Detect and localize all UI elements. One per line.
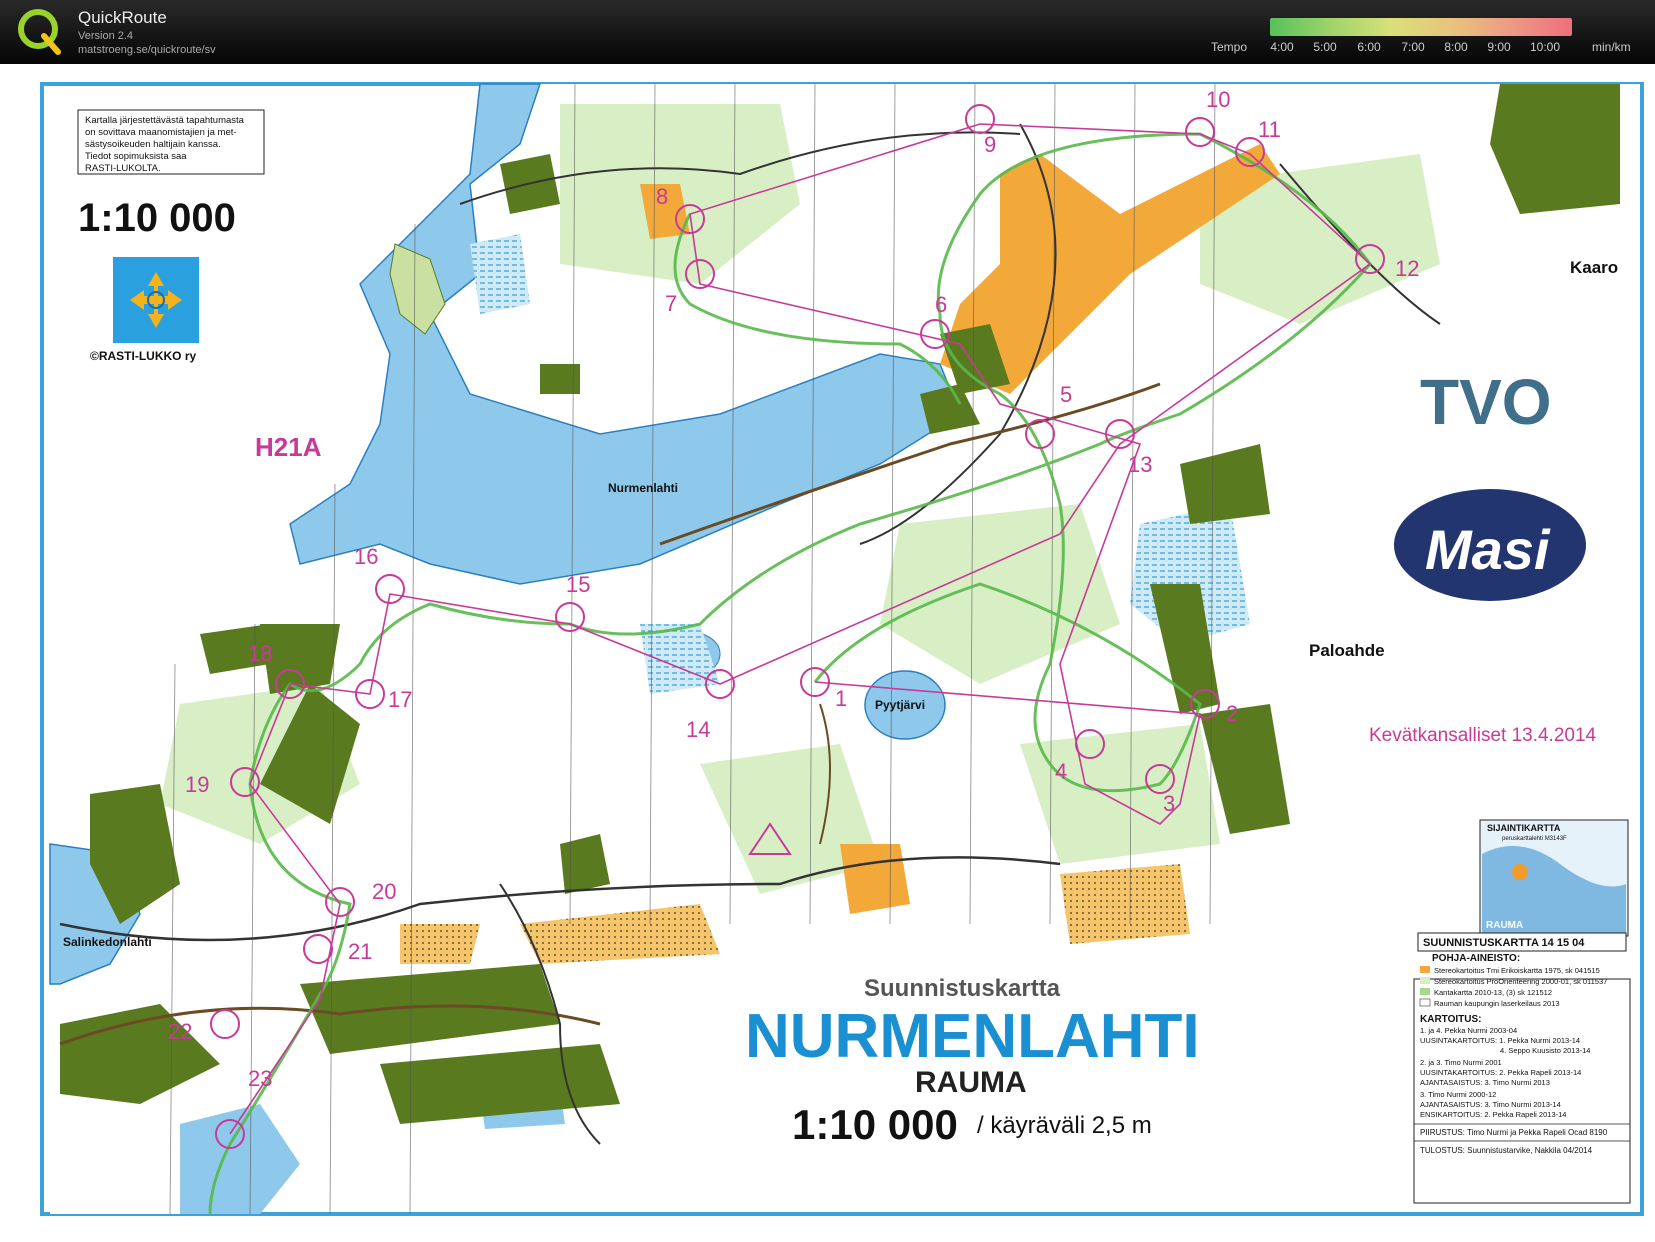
tempo-tick: 8:00 [1444,40,1468,54]
svg-text:POHJA-AINEISTO:: POHJA-AINEISTO: [1432,953,1520,964]
control-number: 2 [1226,701,1238,726]
svg-text:Kartalla järjestettävästä tapa: Kartalla järjestettävästä tapahtumasta [85,115,245,126]
control-number: 22 [168,1019,192,1044]
svg-text:KARTOITUS:: KARTOITUS: [1420,1014,1481,1025]
control-number: 5 [1060,382,1072,407]
svg-text:RAUMA: RAUMA [1486,920,1523,931]
svg-text:ENSIKARTOITUS: 2. Pekka Rapeli: ENSIKARTOITUS: 2. Pekka Rapeli 2013-14 [1420,1110,1566,1119]
control-number: 4 [1055,759,1067,784]
map-canvas[interactable]: 1 2 3 4 5 6 7 8 9 10 11 12 13 14 15 16 1… [0,64,1655,1237]
svg-text:2. ja 3. Timo Nurmi 2001: 2. ja 3. Timo Nurmi 2001 [1420,1058,1502,1067]
tempo-tick: 10:00 [1529,40,1561,54]
tempo-tick: 9:00 [1487,40,1511,54]
control-number: 19 [185,772,209,797]
svg-text:3. Timo Nurmi 2000-12: 3. Timo Nurmi 2000-12 [1420,1090,1496,1099]
tempo-ticks: 4:00 5:00 6:00 7:00 8:00 9:00 10:00 [1270,40,1572,54]
place-paloahde: Paloahde [1309,641,1385,660]
svg-text:AJANTASAISTUS: 3. Timo Nurmi 2: AJANTASAISTUS: 3. Timo Nurmi 2013 [1420,1078,1550,1087]
svg-text:SUUNNISTUSKARTTA 14 15 04: SUUNNISTUSKARTTA 14 15 04 [1423,937,1585,949]
svg-text:AJANTASAISTUS: 3. Timo Nurmi 2: AJANTASAISTUS: 3. Timo Nurmi 2013-14 [1420,1100,1561,1109]
location-inset: SIJAINTIKARTTA peruskarttalehti M3143F R… [1479,819,1629,937]
control-number: 3 [1163,791,1175,816]
svg-text:SIJAINTIKARTTA: SIJAINTIKARTTA [1487,823,1561,833]
course-class: H21A [255,432,322,462]
place-kaaro: Kaaro [1570,258,1618,277]
svg-text:PIIRUSTUS: Timo Nurmi ja Pekka: PIIRUSTUS: Timo Nurmi ja Pekka Rapeli Oc… [1420,1128,1608,1137]
svg-text:on sovittava maanomistajien ja: on sovittava maanomistajien ja met- [85,127,237,138]
control-number: 10 [1206,87,1230,112]
control-number: 14 [686,717,710,742]
place-pyytjarvi: Pyytjärvi [875,698,925,712]
svg-text:UUSINTAKARTOITUS: 1. Pekka Nur: UUSINTAKARTOITUS: 1. Pekka Nurmi 2013-14 [1420,1036,1580,1045]
map-info-box: SUUNNISTUSKARTTA 14 15 04 POHJA-AINEISTO… [1413,932,1631,1204]
svg-text:peruskarttalehti M3143F: peruskarttalehti M3143F [1502,836,1567,842]
svg-text:TULOSTUS: Suunnistustarvike, N: TULOSTUS: Suunnistustarvike, Nakkila 04/… [1420,1146,1593,1155]
control-number: 8 [656,184,668,209]
svg-text:RASTI-LUKOLTA.: RASTI-LUKOLTA. [85,163,161,174]
map-title: NURMENLAHTI [745,1002,1200,1071]
app-version: Version 2.4 [78,30,134,42]
control-number: 1 [835,686,847,711]
control-number: 12 [1395,256,1419,281]
tempo-color-scale[interactable] [1270,18,1572,36]
control-number: 18 [248,641,272,666]
club-name: ©RASTI-LUKKO ry [90,349,197,363]
app-url[interactable]: matstroeng.se/quickroute/sv [78,44,216,56]
control-number: 7 [665,291,677,316]
tempo-tick: 6:00 [1357,40,1381,54]
sponsor-masi-logo: Masi [1394,489,1586,601]
control-number: 23 [248,1066,272,1091]
svg-text:Stereokartoitus Tmi Erikoiskar: Stereokartoitus Tmi Erikoiskartta 1975, … [1434,966,1600,975]
rasti-lukko-logo-icon [113,257,199,343]
svg-text:4. Seppo Kuusisto 2013-14: 4. Seppo Kuusisto 2013-14 [1500,1046,1590,1055]
map-kicker: Suunnistuskartta [864,975,1061,1002]
svg-text:1. ja 4. Pekka Nurmi 2003-04: 1. ja 4. Pekka Nurmi 2003-04 [1420,1026,1517,1035]
tempo-tick: 4:00 [1270,40,1294,54]
map-scale: 1:10 000 [792,1101,958,1148]
svg-text:Rauman kaupungin laserkeilaus: Rauman kaupungin laserkeilaus 2013 [1434,999,1560,1008]
app-name: QuickRoute [78,8,167,27]
control-number: 6 [935,292,947,317]
control-number: 21 [348,939,372,964]
svg-text:UUSINTAKARTOITUS: 2. Pekka Rap: UUSINTAKARTOITUS: 2. Pekka Rapeli 2013-1… [1420,1068,1581,1077]
svg-text:sästysoikeuden haltijain kanss: sästysoikeuden haltijain kanssa. [85,139,221,150]
place-salinkedonlahti: Salinkedonlahti [63,935,152,949]
quickroute-logo-icon [18,9,61,55]
app-header: QuickRoute Version 2.4 matstroeng.se/qui… [0,0,1655,64]
tempo-tick: 7:00 [1401,40,1425,54]
sponsor-masi: Masi [1425,518,1551,581]
control-number: 20 [372,879,396,904]
control-number: 11 [1258,117,1281,142]
place-nurmenlahti: Nurmenlahti [608,481,678,495]
sponsor-tvo: TVO [1420,366,1552,438]
event-name: Kevätkansalliset 13.4.2014 [1369,725,1597,746]
svg-text:Tiedot sopimuksista saa: Tiedot sopimuksista saa [85,151,187,162]
tempo-label: Tempo [1211,40,1248,54]
control-number: 17 [388,687,412,712]
svg-text:Kantakartta 2010-13, (3) sk 12: Kantakartta 2010-13, (3) sk 121512 [1434,988,1552,997]
control-number: 16 [354,544,378,569]
orienteering-map[interactable]: 1 2 3 4 5 6 7 8 9 10 11 12 13 14 15 16 1… [0,64,1655,1237]
control-number: 13 [1128,452,1152,477]
control-number: 15 [566,572,590,597]
control-number: 9 [984,132,996,157]
scale-top: 1:10 000 [78,196,236,240]
tempo-tick: 5:00 [1313,40,1337,54]
tempo-unit: min/km [1592,40,1631,54]
svg-text:Stereokartoitus ProOrienteerin: Stereokartoitus ProOrienteering 2000-01,… [1434,977,1607,986]
map-contour: / käyräväli 2,5 m [977,1112,1152,1139]
map-city: RAUMA [915,1066,1027,1099]
